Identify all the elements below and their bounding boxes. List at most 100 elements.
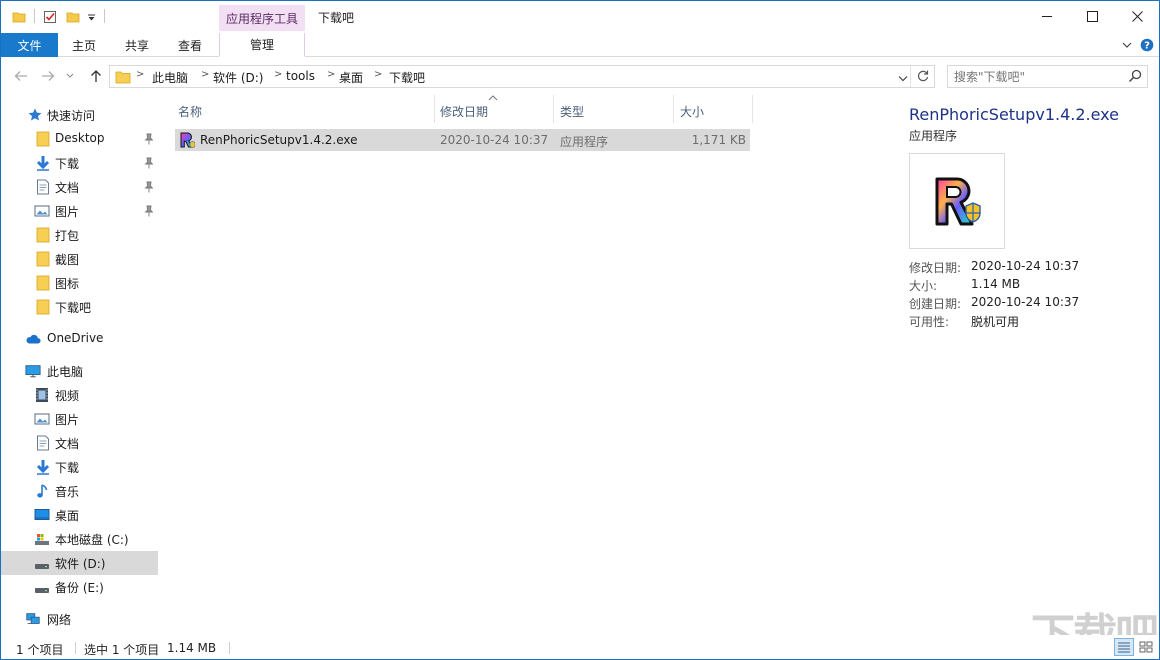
address-bar[interactable]: > 此电脑 > 软件 (D:) > tools > 桌面 > 下载吧 <box>109 65 935 88</box>
file-list: 名称 修改日期 类型 大小 RenPhoricSetupv1.4.2.exe 2… <box>161 95 885 635</box>
chevron-right-icon[interactable]: > <box>327 69 335 80</box>
nav-item-desktop[interactable]: Desktop <box>1 127 158 151</box>
nav-quick-access[interactable]: 快速访问 <box>1 103 158 127</box>
network-icon <box>26 613 40 624</box>
nav-item-tubiao[interactable]: 图标 <box>1 271 158 295</box>
chevron-down-icon <box>1122 42 1132 48</box>
back-button[interactable] <box>12 67 30 85</box>
nav-item-drive-d[interactable]: 软件 (D:) <box>1 551 158 575</box>
maximize-button[interactable] <box>1069 1 1115 31</box>
prop-value: 1.14 MB <box>971 277 1021 291</box>
divider <box>75 642 76 654</box>
folder-icon <box>36 251 50 267</box>
svg-text:?: ? <box>1144 41 1150 52</box>
large-icons-view-button[interactable] <box>1136 638 1156 656</box>
refresh-button[interactable] <box>916 69 930 86</box>
breadcrumb-this-pc[interactable]: 此电脑 <box>152 69 188 86</box>
refresh-icon <box>917 70 929 82</box>
app-r-icon <box>180 132 195 148</box>
window-title: 下载吧 <box>318 11 355 25</box>
divider <box>752 95 753 123</box>
customize-quick-access-icon[interactable] <box>85 8 97 26</box>
nav-item-pc-pictures[interactable]: 图片 <box>1 407 158 431</box>
nav-item-pc-documents[interactable]: 文档 <box>1 431 158 455</box>
address-history-button[interactable] <box>898 72 908 86</box>
nav-label: 图片 <box>55 205 80 219</box>
file-size: 1,171 KB <box>691 133 746 147</box>
help-button[interactable]: ? <box>1139 37 1155 53</box>
nav-item-videos[interactable]: 视频 <box>1 383 158 407</box>
search-input[interactable] <box>954 68 1122 85</box>
nav-label: 图标 <box>55 277 80 291</box>
help-icon: ? <box>1140 38 1154 52</box>
file-row[interactable]: RenPhoricSetupv1.4.2.exe 2020-10-24 10:3… <box>175 129 750 151</box>
tab-file[interactable]: 文件 <box>1 33 58 57</box>
up-button[interactable] <box>87 67 105 85</box>
breadcrumb-desktop[interactable]: 桌面 <box>339 69 363 86</box>
search-box[interactable] <box>947 65 1148 88</box>
close-button[interactable] <box>1114 1 1159 31</box>
nav-item-pc-desktop[interactable]: 桌面 <box>1 503 158 527</box>
nav-item-pictures[interactable]: 图片 <box>1 199 158 223</box>
nav-item-dabao[interactable]: 打包 <box>1 223 158 247</box>
video-icon <box>36 388 48 402</box>
tab-share[interactable]: 共享 <box>111 33 163 57</box>
column-header-type[interactable]: 类型 <box>560 99 673 123</box>
nav-item-pc-downloads[interactable]: 下载 <box>1 455 158 479</box>
forward-button[interactable] <box>39 67 57 85</box>
nav-label: 音乐 <box>55 485 80 499</box>
pin-icon <box>144 157 154 169</box>
expand-ribbon-button[interactable] <box>1120 37 1134 53</box>
minimize-button[interactable] <box>1024 1 1070 31</box>
recent-locations-button[interactable] <box>64 67 76 85</box>
desktop-icon <box>34 509 50 520</box>
nav-item-music[interactable]: 音乐 <box>1 479 158 503</box>
prop-label: 可用性: <box>909 315 950 329</box>
divider <box>673 95 674 123</box>
nav-item-jietu[interactable]: 截图 <box>1 247 158 271</box>
divider <box>553 95 554 123</box>
breadcrumb-tools[interactable]: tools <box>286 69 315 83</box>
chevron-right-icon[interactable]: > <box>136 69 144 80</box>
tab-manage[interactable]: 管理 <box>219 33 305 57</box>
nav-onedrive[interactable]: OneDrive <box>1 327 158 351</box>
status-item-count: 1 个项目 <box>16 643 64 657</box>
tab-view[interactable]: 查看 <box>164 33 216 57</box>
chevron-right-icon[interactable]: > <box>201 69 209 80</box>
tab-home[interactable]: 主页 <box>58 33 110 57</box>
folder-icon <box>36 131 50 147</box>
nav-item-documents[interactable]: 文档 <box>1 175 158 199</box>
nav-label: 网络 <box>47 613 72 627</box>
nav-label: 快速访问 <box>47 109 96 123</box>
column-header-modified[interactable]: 修改日期 <box>440 99 553 123</box>
prop-label: 创建日期: <box>909 297 962 311</box>
details-view-button[interactable] <box>1114 638 1134 656</box>
column-header-name[interactable]: 名称 <box>178 99 434 123</box>
nav-label: 文档 <box>55 437 80 451</box>
nav-item-xiazaiba[interactable]: 下载吧 <box>1 295 158 319</box>
breadcrumb-xiazaiba[interactable]: 下载吧 <box>389 69 425 86</box>
search-icon[interactable] <box>1128 69 1142 86</box>
folder-icon <box>36 275 50 291</box>
document-icon <box>37 179 49 195</box>
nav-this-pc[interactable]: 此电脑 <box>1 359 158 383</box>
pin-icon <box>144 205 154 217</box>
divider <box>34 9 35 23</box>
nav-label: 本地磁盘 (C:) <box>55 533 129 547</box>
picture-icon <box>34 413 50 425</box>
nav-item-drive-c[interactable]: 本地磁盘 (C:) <box>1 527 158 551</box>
nav-item-downloads[interactable]: 下载 <box>1 151 158 175</box>
chevron-right-icon[interactable]: > <box>274 69 282 80</box>
folder-icon[interactable] <box>11 8 27 26</box>
nav-network[interactable]: 网络 <box>1 607 158 631</box>
breadcrumb-drive-d[interactable]: 软件 (D:) <box>213 69 263 86</box>
chevron-right-icon[interactable]: > <box>374 69 382 80</box>
new-folder-icon[interactable] <box>65 8 81 26</box>
nav-item-drive-e[interactable]: 备份 (E:) <box>1 575 158 599</box>
status-selected-size: 1.14 MB <box>167 641 217 655</box>
arrow-up-icon <box>91 70 101 82</box>
column-header-size[interactable]: 大小 <box>680 99 752 123</box>
navigation-pane: 快速访问 Desktop 下载 文档 图片 打包 截图 图标 下载吧 OneDr… <box>1 95 161 635</box>
properties-icon[interactable] <box>42 8 58 26</box>
status-bar: 1 个项目 选中 1 个项目 1.14 MB <box>1 635 1159 659</box>
